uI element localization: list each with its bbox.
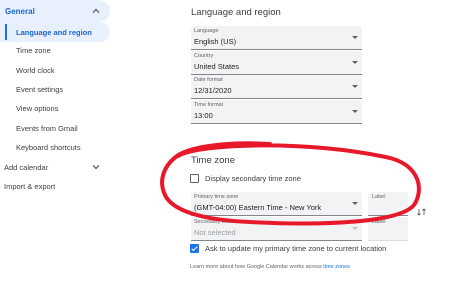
sidebar-item-event-settings[interactable]: Event settings <box>0 79 110 99</box>
sidebar-item-import-export[interactable]: Import & export <box>0 176 110 196</box>
field-label: Language <box>194 28 219 34</box>
dropdown-arrow-icon <box>352 110 358 113</box>
sidebar-item-label: Event settings <box>16 84 64 94</box>
learn-more-text: Learn more about how Google Calendar wor… <box>190 264 350 270</box>
dropdown-arrow-icon <box>352 61 358 64</box>
dropdown-arrow-icon <box>352 227 358 230</box>
field-label: Label <box>372 219 386 225</box>
time-format-select[interactable]: Time format 13:00 <box>191 100 362 124</box>
field-value: 13:00 <box>194 111 213 120</box>
sidebar-item-time-zone[interactable]: Time zone <box>0 40 110 60</box>
field-value: Not selected <box>194 228 236 237</box>
checkbox-label: Display secondary time zone <box>205 174 301 183</box>
swap-time-zones-icon[interactable] <box>417 207 427 217</box>
sidebar-item-add-calendar[interactable]: Add calendar <box>0 157 110 177</box>
ask-update-time-zone-row[interactable]: Ask to update my primary time zone to cu… <box>190 244 386 253</box>
field-label: Country <box>194 53 214 59</box>
sidebar-item-label: Language and region <box>16 27 92 37</box>
sidebar-item-label: Time zone <box>16 45 51 55</box>
dropdown-arrow-icon <box>352 202 358 205</box>
sidebar-item-label: Events from Gmail <box>16 123 78 133</box>
secondary-time-zone-select[interactable]: Secondary time zone Not selected <box>191 217 362 241</box>
date-format-select[interactable]: Date format 12/31/2020 <box>191 75 362 99</box>
primary-time-zone-label-input[interactable]: Label <box>368 192 408 216</box>
field-value: (GMT-04:00) Eastern Time - New York <box>194 203 322 212</box>
field-value: United States <box>194 62 240 71</box>
sidebar-item-label: Add calendar <box>4 162 49 172</box>
settings-sidebar: General Language and region Time zone Wo… <box>0 0 112 284</box>
learn-more-prefix: Learn more about how Google Calendar wor… <box>190 264 324 270</box>
sidebar-item-label: Keyboard shortcuts <box>16 142 81 152</box>
chevron-down-icon[interactable] <box>90 161 102 173</box>
field-label: Label <box>372 194 386 200</box>
dropdown-arrow-icon <box>352 85 358 88</box>
dropdown-arrow-icon <box>352 36 358 39</box>
field-value: English (US) <box>194 37 237 46</box>
sidebar-item-events-from-gmail[interactable]: Events from Gmail <box>0 118 110 138</box>
sidebar-item-general-label: General <box>5 6 35 16</box>
sidebar-item-general[interactable]: General <box>0 0 110 22</box>
sidebar-item-view-options[interactable]: View options <box>0 98 110 118</box>
sidebar-item-label: World clock <box>16 65 55 75</box>
time-zones-link[interactable]: time zones <box>323 264 350 270</box>
field-label: Time format <box>194 102 224 108</box>
display-secondary-checkbox[interactable] <box>190 174 199 183</box>
language-select[interactable]: Language English (US) <box>191 26 362 50</box>
field-label: Date format <box>194 77 223 83</box>
sidebar-item-language-region[interactable]: Language and region <box>0 22 110 42</box>
field-label: Secondary time zone <box>194 219 246 225</box>
chevron-up-icon[interactable] <box>90 5 102 17</box>
sidebar-item-label: Import & export <box>4 181 56 191</box>
ask-update-checkbox[interactable] <box>190 244 199 253</box>
primary-time-zone-select[interactable]: Primary time zone (GMT-04:00) Eastern Ti… <box>191 192 362 216</box>
sidebar-item-keyboard-shortcuts[interactable]: Keyboard shortcuts <box>0 137 110 157</box>
secondary-time-zone-label-input[interactable]: Label <box>368 217 408 241</box>
display-secondary-time-zone-row[interactable]: Display secondary time zone <box>190 174 301 183</box>
checkbox-label: Ask to update my primary time zone to cu… <box>205 244 387 253</box>
sidebar-item-label: View options <box>16 103 59 113</box>
section-title-language-region: Language and region <box>191 7 281 18</box>
field-value: 12/31/2020 <box>194 86 232 95</box>
field-label: Primary time zone <box>194 194 239 200</box>
section-title-time-zone: Time zone <box>191 155 235 166</box>
country-select[interactable]: Country United States <box>191 51 362 75</box>
sidebar-item-world-clock[interactable]: World clock <box>0 60 110 80</box>
